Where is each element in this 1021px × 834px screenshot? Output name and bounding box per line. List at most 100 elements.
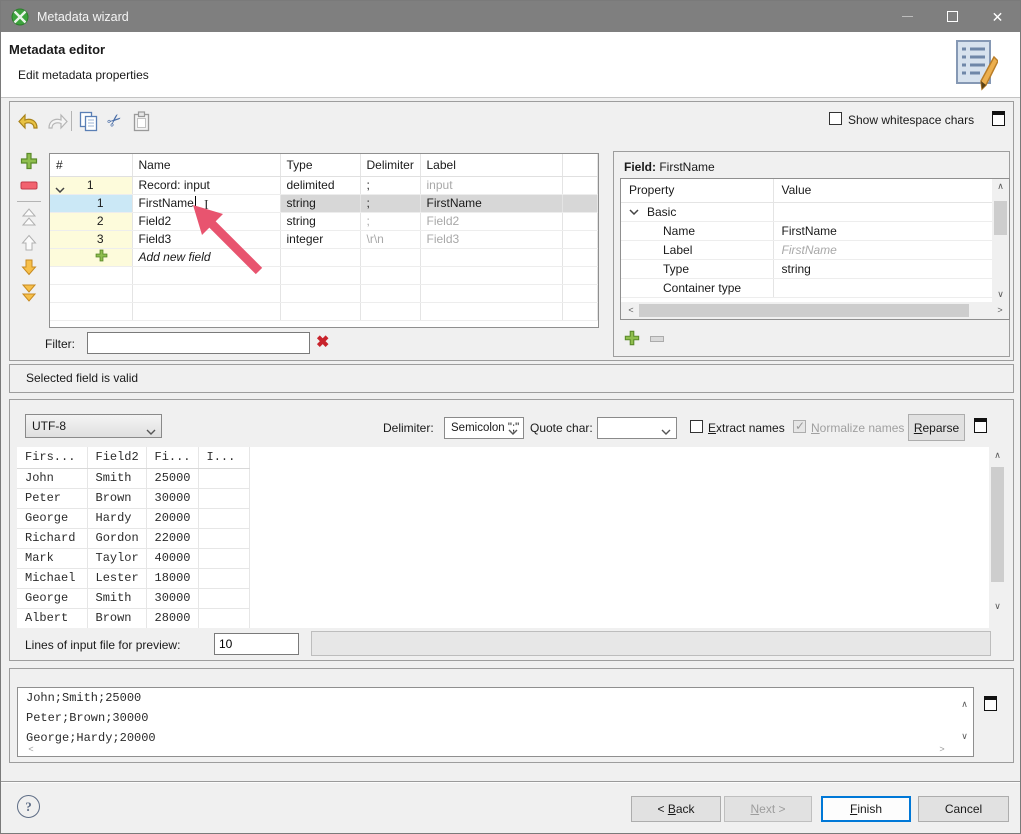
preview-vscrollbar[interactable]: ∧ ∨ bbox=[989, 447, 1006, 628]
plus-icon bbox=[95, 249, 108, 262]
property-row[interactable]: Container type bbox=[621, 278, 993, 297]
double-chevron-up-icon bbox=[21, 207, 37, 227]
preview-row-clipped[interactable]: AlbertBrown28000 bbox=[17, 608, 989, 628]
undo-button[interactable] bbox=[17, 109, 41, 133]
col-label[interactable]: Label bbox=[420, 154, 562, 176]
charset-select[interactable]: UTF-8 bbox=[25, 414, 162, 438]
reparse-button[interactable]: Reparse bbox=[908, 414, 965, 441]
page-title: Metadata editor bbox=[9, 42, 105, 57]
preview-row[interactable]: PeterBrown30000 bbox=[17, 488, 989, 508]
preview-row[interactable]: GeorgeSmith30000 bbox=[17, 588, 989, 608]
window-title: Metadata wizard bbox=[37, 10, 129, 24]
scroll-up-icon[interactable]: ∧ bbox=[989, 451, 1006, 460]
scroll-right-icon[interactable]: > bbox=[993, 306, 1007, 315]
checkbox-checked-icon bbox=[793, 420, 806, 433]
maximize-panel-icon[interactable] bbox=[984, 696, 997, 711]
help-button[interactable]: ? bbox=[17, 795, 40, 818]
preview-row[interactable]: MarkTaylor40000 bbox=[17, 548, 989, 568]
property-table-vscrollbar[interactable]: ∧ ∨ bbox=[992, 179, 1009, 302]
remove-property-button[interactable] bbox=[650, 336, 664, 342]
field-row-selected[interactable]: 1 FirstName string ; FirstName bbox=[50, 194, 598, 212]
raw-line: Peter;Brown;30000 bbox=[18, 708, 973, 728]
property-group-row[interactable]: Basic bbox=[621, 202, 993, 221]
record-delimiter[interactable]: ; bbox=[360, 176, 420, 194]
col-num[interactable]: # bbox=[50, 154, 132, 176]
fields-table-header: # Name Type Delimiter Label bbox=[50, 154, 598, 176]
move-to-top-button[interactable] bbox=[19, 207, 39, 227]
preview-row[interactable]: MichaelLester18000 bbox=[17, 568, 989, 588]
property-row[interactable]: Name FirstName bbox=[621, 221, 993, 240]
raw-vscrollbar[interactable]: ∧ ∨ bbox=[956, 688, 973, 756]
scroll-down-icon[interactable]: ∨ bbox=[956, 732, 973, 741]
col-delimiter[interactable]: Delimiter bbox=[360, 154, 420, 176]
preview-lines-input[interactable] bbox=[214, 633, 299, 655]
preview-row[interactable]: GeorgeHardy20000 bbox=[17, 508, 989, 528]
copy-button[interactable] bbox=[77, 109, 101, 133]
redo-icon bbox=[46, 111, 68, 131]
add-field-button[interactable] bbox=[19, 151, 39, 171]
close-button[interactable]: ✕ bbox=[975, 1, 1020, 32]
clear-filter-button[interactable]: ✖ bbox=[316, 332, 329, 352]
move-up-button[interactable] bbox=[19, 232, 39, 252]
add-property-button[interactable] bbox=[624, 330, 640, 349]
scroll-down-icon[interactable]: ∨ bbox=[992, 290, 1009, 299]
scroll-up-icon[interactable]: ∧ bbox=[992, 182, 1009, 191]
property-row[interactable]: Type string bbox=[621, 259, 993, 278]
checkbox-icon bbox=[829, 112, 842, 125]
metadata-wizard-window: Metadata wizard ✕ Metadata editor Edit m… bbox=[0, 0, 1021, 834]
record-label[interactable]: input bbox=[420, 176, 562, 194]
property-table-hscrollbar[interactable]: < > bbox=[621, 302, 1009, 319]
preview-row[interactable]: RichardGordon22000 bbox=[17, 528, 989, 548]
add-new-field-row[interactable]: Add new field bbox=[50, 248, 598, 266]
empty-row bbox=[50, 302, 598, 320]
normalize-names-checkbox bbox=[793, 420, 806, 436]
scrollbar-thumb[interactable] bbox=[639, 304, 969, 317]
minimize-button[interactable] bbox=[885, 1, 930, 32]
record-row[interactable]: 1 Record: input delimited ; input bbox=[50, 176, 598, 194]
move-down-button[interactable] bbox=[19, 257, 39, 277]
col-name[interactable]: Name bbox=[132, 154, 280, 176]
property-row[interactable]: Label FirstName bbox=[621, 240, 993, 259]
field-row[interactable]: 3 Field3 integer \r\n Field3 bbox=[50, 230, 598, 248]
extract-names-checkbox[interactable] bbox=[690, 420, 703, 436]
cancel-button[interactable]: Cancel bbox=[918, 796, 1009, 822]
scrollbar-thumb[interactable] bbox=[994, 201, 1007, 235]
maximize-panel-icon[interactable] bbox=[974, 418, 987, 433]
field-row[interactable]: 2 Field2 string ; Field2 bbox=[50, 212, 598, 230]
maximize-button[interactable] bbox=[930, 1, 975, 32]
collapse-chevron-icon[interactable] bbox=[55, 182, 65, 195]
scroll-up-icon[interactable]: ∧ bbox=[956, 700, 973, 709]
raw-line: John;Smith;25000 bbox=[18, 688, 973, 708]
col-value[interactable]: Value bbox=[773, 179, 993, 202]
record-name[interactable]: Record: input bbox=[132, 176, 280, 194]
field-detail-title: Field: FirstName bbox=[624, 160, 715, 174]
col-type[interactable]: Type bbox=[280, 154, 360, 176]
redo-button[interactable] bbox=[45, 109, 69, 133]
quote-char-select[interactable] bbox=[597, 417, 677, 439]
quote-char-label: Quote char: bbox=[530, 421, 593, 435]
move-to-bottom-button[interactable] bbox=[19, 283, 39, 303]
scroll-left-icon[interactable]: < bbox=[24, 745, 38, 754]
scroll-right-icon[interactable]: > bbox=[935, 745, 949, 754]
maximize-icon bbox=[947, 11, 958, 22]
chevron-down-icon bbox=[146, 424, 156, 438]
maximize-panel-icon[interactable] bbox=[992, 111, 1005, 126]
raw-preview-textarea[interactable]: John;Smith;25000 Peter;Brown;30000 Georg… bbox=[17, 687, 974, 757]
col-property[interactable]: Property bbox=[621, 179, 773, 202]
preview-row[interactable]: JohnSmith25000 bbox=[17, 468, 989, 488]
remove-field-button[interactable] bbox=[19, 175, 39, 195]
show-whitespace-checkbox[interactable] bbox=[829, 112, 842, 128]
vtoolbar-separator bbox=[17, 201, 41, 202]
filter-input[interactable] bbox=[87, 332, 310, 354]
delimiter-select[interactable]: Semicolon ";" bbox=[444, 417, 524, 439]
scroll-left-icon[interactable]: < bbox=[624, 306, 638, 315]
paste-button[interactable] bbox=[129, 109, 153, 133]
back-button[interactable]: < Back bbox=[631, 796, 721, 822]
collapse-chevron-icon bbox=[629, 209, 639, 215]
record-type[interactable]: delimited bbox=[280, 176, 360, 194]
scrollbar-thumb[interactable] bbox=[991, 467, 1004, 582]
scroll-down-icon[interactable]: ∨ bbox=[989, 602, 1006, 611]
finish-button[interactable]: Finish bbox=[821, 796, 911, 822]
copy-icon bbox=[79, 111, 99, 132]
arrow-up-icon bbox=[21, 234, 37, 251]
